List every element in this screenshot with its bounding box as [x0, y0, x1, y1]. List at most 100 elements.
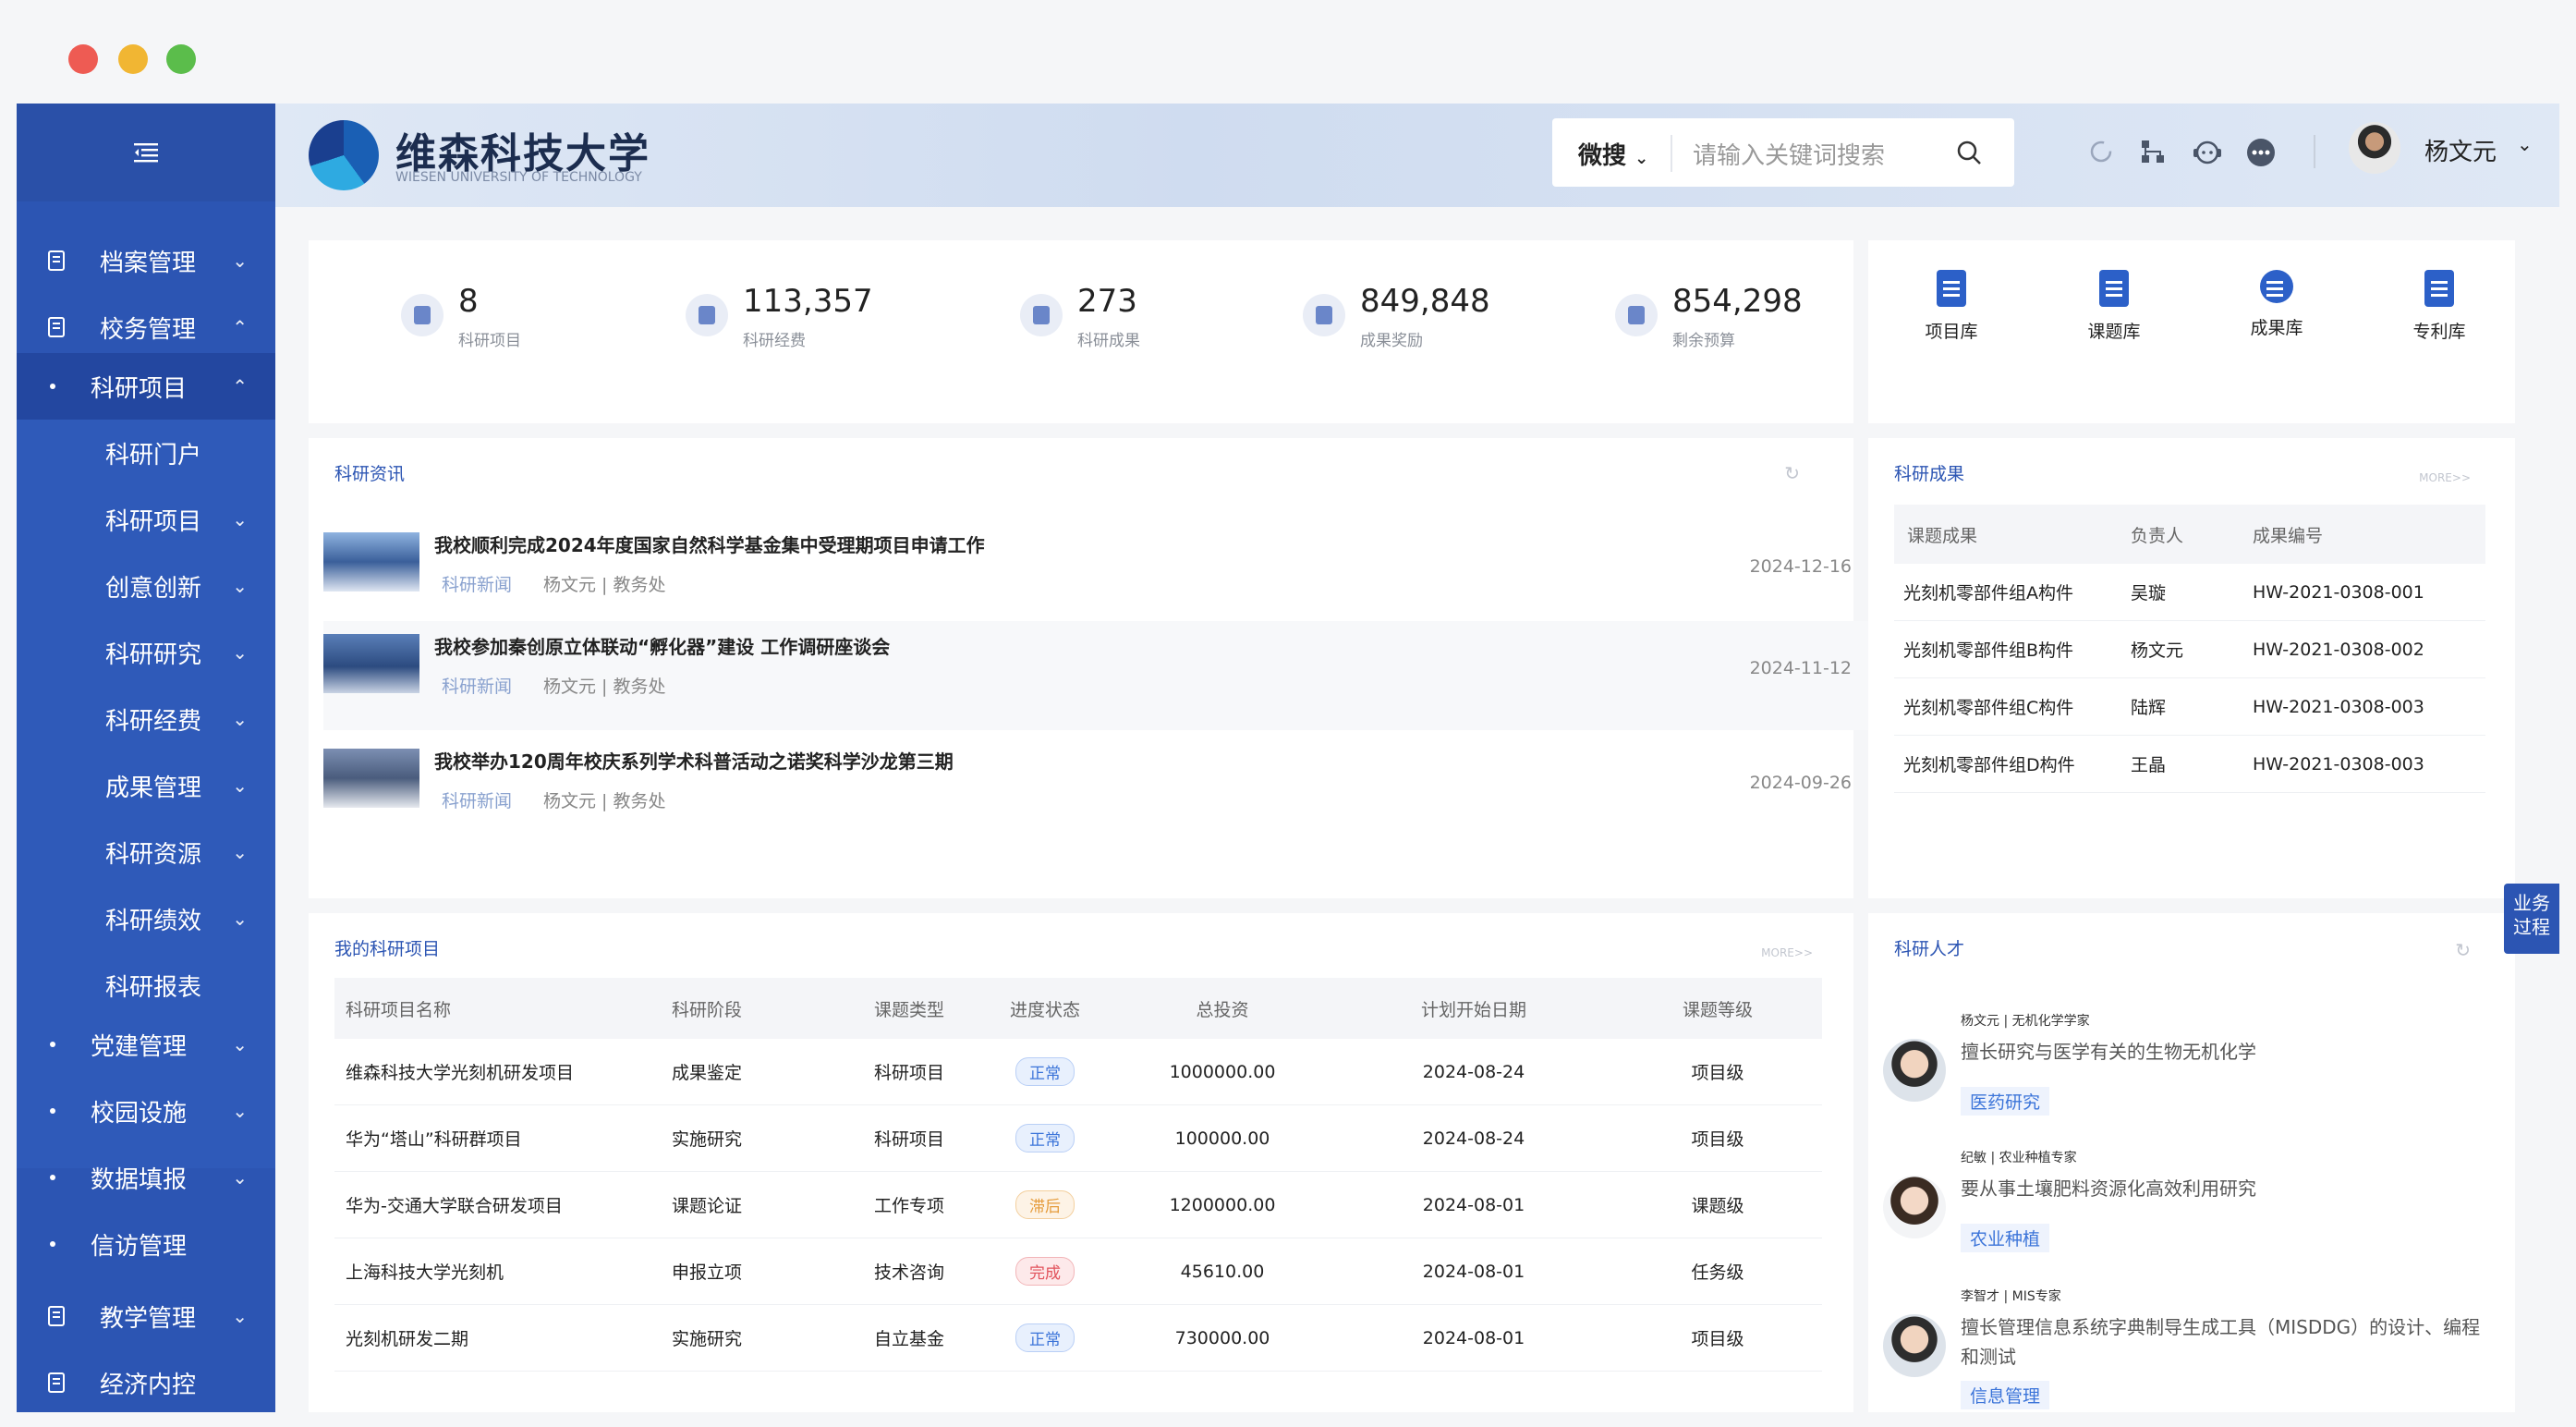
- talent-tag[interactable]: 农业种植: [1961, 1224, 2050, 1252]
- sidebar-item-results-management[interactable]: 成果管理 ⌄: [17, 760, 275, 811]
- table-row[interactable]: 光刻机零部件组C构件 陆辉 HW-2021-0308-003: [1894, 677, 2485, 736]
- sidebar-item-research-project[interactable]: 科研项目 ⌄: [17, 494, 275, 545]
- chevron-down-icon: ⌄: [232, 641, 248, 664]
- refresh-icon[interactable]: [2086, 137, 2116, 166]
- more-options-icon[interactable]: [2245, 137, 2277, 168]
- sidebar-item-data-entry[interactable]: 数据填报 ⌄: [17, 1152, 275, 1203]
- sidebar-item-innovation[interactable]: 创意创新 ⌄: [17, 560, 275, 612]
- news-author: 杨文元 | 教务处: [543, 575, 666, 595]
- talent-item[interactable]: 纪敏 | 农业种植专家 要从事土壤肥料资源化高效利用研究 农业种植: [1883, 1148, 2493, 1285]
- talent-tag[interactable]: 信息管理: [1961, 1381, 2050, 1409]
- news-title[interactable]: 我校顺利完成2024年度国家自然科学基金集中受理期项目申请工作: [434, 531, 985, 557]
- news-author: 杨文元 | 教务处: [543, 791, 666, 811]
- table-row[interactable]: 华为-交通大学联合研发项目 课题论证 工作专项 滞后 1200000.00 2024-08…: [334, 1171, 1822, 1238]
- search-input[interactable]: 请输入关键词搜索: [1693, 137, 1885, 171]
- table-row[interactable]: 华为“塔山”科研群项目 实施研究 科研项目 正常 100000.00 2024-08-24…: [334, 1104, 1822, 1172]
- news-item[interactable]: 我校顺利完成2024年度国家自然科学基金集中受理期项目申请工作 科研新闻 杨文元…: [323, 519, 1870, 628]
- table-row[interactable]: 光刻机零部件组D构件 王晶 HW-2021-0308-003: [1894, 735, 2485, 793]
- status-badge: 正常: [1015, 1323, 1075, 1352]
- sidebar-item-teaching[interactable]: 教学管理 ⌄: [17, 1290, 275, 1342]
- sidebar-item-party-building[interactable]: 党建管理 ⌄: [17, 1018, 275, 1070]
- table-cell: 2024-08-24: [1334, 1104, 1613, 1172]
- business-process-tab[interactable]: 业务过程: [2504, 884, 2559, 954]
- close-window-button[interactable]: [68, 44, 98, 74]
- sidebar-toggle[interactable]: [17, 104, 275, 201]
- column-header: 负责人: [2130, 505, 2252, 564]
- sidebar-item-archive[interactable]: 档案管理 ⌄: [17, 235, 275, 287]
- news-item[interactable]: 我校举办120周年校庆系列学术科普活动之诺奖科学沙龙第三期 科研新闻 杨文元 |…: [323, 736, 1870, 845]
- sidebar-item-research-resources[interactable]: 科研资源 ⌄: [17, 826, 275, 878]
- sidebar-item-internal-control[interactable]: 经济内控: [17, 1357, 275, 1409]
- sidebar-item-research-funds[interactable]: 科研经费 ⌄: [17, 693, 275, 745]
- table-cell: 项目级: [1613, 1039, 1822, 1105]
- table-row[interactable]: 维森科技大学光刻机研发项目 成果鉴定 科研项目 正常 1000000.00 2024-08…: [334, 1039, 1822, 1105]
- table-cell: 吴璇: [2130, 564, 2252, 621]
- news-item[interactable]: 我校参加秦创原立体联动“孵化器”建设 工作调研座谈会 科研新闻 杨文元 | 教务…: [323, 621, 1870, 730]
- project-library-link[interactable]: 项目库: [1896, 270, 2007, 343]
- sidebar-item-campus-facilities[interactable]: 校园设施 ⌄: [17, 1085, 275, 1137]
- sidebar-item-research-reports[interactable]: 科研报表: [17, 959, 275, 1011]
- refresh-icon[interactable]: ↻: [2455, 939, 2471, 961]
- column-header: 课题类型: [839, 978, 979, 1039]
- divider: [2314, 135, 2315, 168]
- library-label: 专利库: [2412, 322, 2466, 342]
- sidebar-item-petitions[interactable]: 信访管理: [17, 1218, 275, 1270]
- talent-item[interactable]: 李智才 | MIS专家 擅长管理信息系统字典制导生成工具（MISDDG）的设计、…: [1883, 1287, 2493, 1423]
- news-date: 2024-12-16: [1749, 556, 1852, 577]
- chevron-down-icon[interactable]: ⌄: [2517, 133, 2533, 155]
- table-row[interactable]: 上海科技大学光刻机 申报立项 技术咨询 完成 45610.00 2024-08-01 任务级: [334, 1238, 1822, 1305]
- talent-name: 李智才 | MIS专家: [1961, 1289, 2061, 1304]
- user-name[interactable]: 杨文元: [2424, 133, 2497, 167]
- sidebar-item-label: 数据填报: [91, 1165, 188, 1194]
- org-chart-icon[interactable]: [2138, 137, 2168, 166]
- divider: [1671, 135, 1672, 172]
- sidebar-item-label: 科研绩效: [105, 907, 202, 935]
- business-process-label: 业务过程: [2513, 892, 2550, 938]
- table-cell: 45610.00: [1111, 1238, 1334, 1305]
- table-cell: 730000.00: [1111, 1304, 1334, 1372]
- table-header-row: 课题成果 负责人 成果编号: [1894, 505, 2485, 564]
- talent-tag[interactable]: 医药研究: [1961, 1087, 2050, 1116]
- user-avatar[interactable]: [2349, 122, 2400, 174]
- news-title[interactable]: 我校参加秦创原立体联动“孵化器”建设 工作调研座谈会: [434, 632, 890, 659]
- stat-value: 854,298: [1672, 283, 1803, 320]
- search-bar: 微搜 ⌄ 请输入关键词搜索: [1552, 118, 2014, 187]
- topic-library-link[interactable]: 课题库: [2059, 270, 2169, 343]
- sidebar-item-school-affairs[interactable]: 校务管理 ⌃: [17, 301, 275, 353]
- sidebar-item-research-performance[interactable]: 科研绩效 ⌄: [17, 893, 275, 945]
- table-cell: 项目级: [1613, 1304, 1822, 1372]
- talent-name: 杨文元 | 无机化学学家: [1961, 1014, 2090, 1029]
- more-link[interactable]: MORE>>: [2419, 471, 2471, 484]
- search-scope-dropdown[interactable]: 微搜 ⌄: [1578, 137, 1648, 171]
- news-title[interactable]: 我校举办120周年校庆系列学术科普活动之诺奖科学沙龙第三期: [434, 747, 954, 774]
- minimize-window-button[interactable]: [118, 44, 148, 74]
- sidebar-item-label: 科研项目: [91, 374, 188, 403]
- sidebar-item-research-projects-group[interactable]: 科研项目 ⌃: [17, 353, 275, 420]
- budget-icon: [1615, 294, 1658, 336]
- sidebar-item-research-portal[interactable]: 科研门户: [17, 427, 275, 479]
- maximize-window-button[interactable]: [166, 44, 196, 74]
- news-tag: 科研新闻: [442, 791, 513, 811]
- bullet-icon: [50, 1175, 55, 1180]
- table-cell: 科研项目: [839, 1039, 979, 1105]
- table-row[interactable]: 光刻机研发二期 实施研究 自立基金 正常 730000.00 2024-08-01 项目级: [334, 1304, 1822, 1372]
- results-library-link[interactable]: 成果库: [2221, 270, 2332, 339]
- talent-item[interactable]: 杨文元 | 无机化学学家 擅长研究与医学有关的生物无机化学 医药研究: [1883, 1011, 2493, 1148]
- bullet-icon: [50, 1042, 55, 1047]
- sidebar-item-research-study[interactable]: 科研研究 ⌄: [17, 627, 275, 678]
- table-row[interactable]: 光刻机零部件组B构件 杨文元 HW-2021-0308-002: [1894, 620, 2485, 678]
- table-cell: 完成: [979, 1238, 1111, 1305]
- table-row[interactable]: 光刻机零部件组A构件 吴璇 HW-2021-0308-001: [1894, 564, 2485, 621]
- table-cell: HW-2021-0308-001: [2252, 564, 2485, 621]
- search-icon[interactable]: [1955, 139, 1983, 166]
- section-title: 科研资讯: [334, 464, 406, 484]
- column-header: 科研项目名称: [334, 978, 661, 1039]
- customer-service-icon[interactable]: [2192, 137, 2223, 166]
- stat-value: 8: [458, 283, 479, 320]
- table-cell: 上海科技大学光刻机: [334, 1238, 661, 1305]
- menu-collapse-icon[interactable]: [134, 141, 158, 164]
- news-date: 2024-11-12: [1749, 658, 1852, 678]
- refresh-icon[interactable]: ↻: [1784, 462, 1800, 484]
- patent-library-link[interactable]: 专利库: [2384, 270, 2495, 343]
- more-link[interactable]: MORE>>: [1761, 946, 1813, 959]
